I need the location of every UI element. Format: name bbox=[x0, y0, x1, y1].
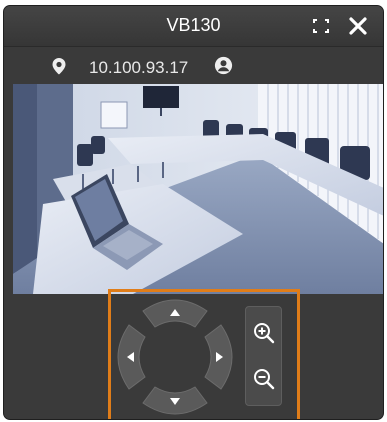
pan-up-button[interactable] bbox=[142, 299, 208, 328]
user-icon[interactable] bbox=[214, 56, 233, 75]
camera-feed[interactable] bbox=[13, 84, 383, 294]
zoom-in-icon[interactable] bbox=[252, 321, 276, 345]
pan-right-button[interactable] bbox=[204, 324, 233, 390]
zoom-panel bbox=[245, 306, 282, 406]
pan-left-button[interactable] bbox=[117, 324, 146, 390]
fullscreen-icon bbox=[313, 19, 329, 33]
pan-down-button[interactable] bbox=[142, 386, 208, 415]
camera-window: VB130 10.100.93.17 bbox=[3, 5, 384, 420]
direction-pad bbox=[117, 299, 233, 415]
conference-room-image bbox=[13, 84, 383, 294]
close-icon bbox=[349, 17, 367, 35]
ptz-control-panel bbox=[108, 289, 300, 419]
fullscreen-button[interactable] bbox=[313, 19, 329, 33]
close-button[interactable] bbox=[349, 17, 367, 35]
map-pin-icon bbox=[52, 58, 66, 75]
zoom-out-icon[interactable] bbox=[252, 367, 276, 391]
title-bar[interactable]: VB130 bbox=[4, 6, 383, 47]
ip-address: 10.100.93.17 bbox=[89, 58, 189, 77]
